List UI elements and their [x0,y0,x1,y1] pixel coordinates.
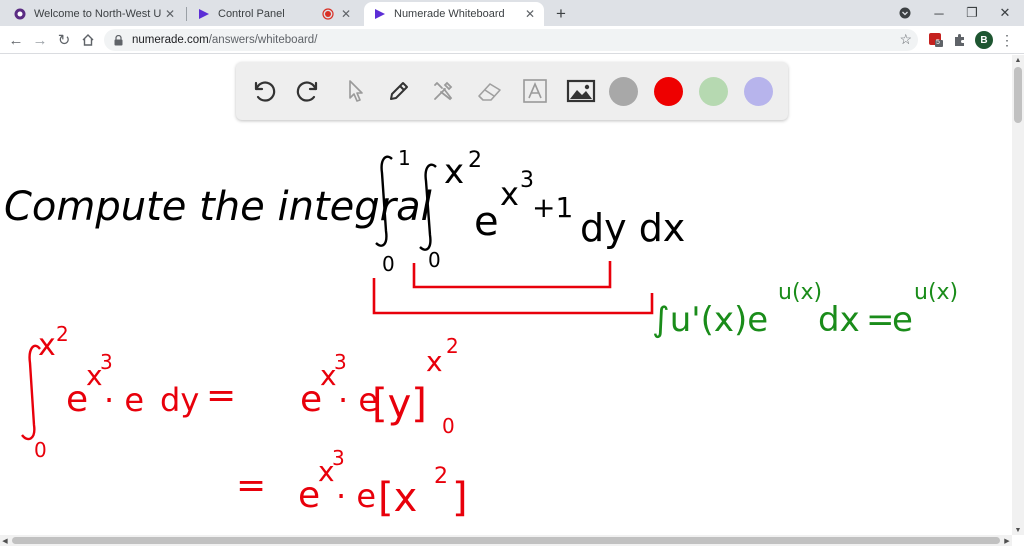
work-dy: dy [160,381,199,419]
work-exp-pow: 3 [100,350,113,374]
tab-control-panel[interactable]: Control Panel ✕ [188,2,360,26]
url-path: /answers/whiteboard/ [208,34,318,46]
url-host: numerade.com [132,34,209,46]
reload-icon[interactable]: ↻ [54,30,74,50]
work2-equals: = [236,465,266,506]
work-lower-limit: 0 [34,438,47,462]
home-icon[interactable] [78,30,98,50]
new-tab-button[interactable]: + [552,4,570,23]
hint-dx: dx [818,300,860,340]
whiteboard-canvas[interactable]: Compute the integral 1 0 x 2 0 e x 3 +1 … [0,55,1012,535]
kebab-menu-icon[interactable]: ⋮ [998,31,1016,49]
bookmark-star-icon[interactable]: ☆ [899,31,912,48]
work-bracket-upper: x [426,345,443,378]
hint-lhs-exponent: u(x) [778,280,822,305]
work2-bracket-exp: 2 [434,464,448,489]
hint-rhs-exponent: u(x) [914,280,958,305]
outer-upper-limit: 1 [398,146,411,170]
work-bracket-upper-exp: 2 [446,334,459,358]
horizontal-scroll-thumb[interactable] [12,537,1000,544]
scroll-left-icon[interactable]: ◀ [0,535,10,546]
substitution-hint: ∫u'(x)e u(x) dx = e u(x) [652,280,958,340]
vertical-scrollbar[interactable]: ▲ ▼ [1012,55,1024,535]
work2-bracket: [x [378,475,417,521]
minimize-icon[interactable]: ─ [922,0,956,26]
puzzle-extensions-icon[interactable] [951,31,969,49]
integrand-exponent-power: 3 [520,168,534,193]
avatar[interactable]: B [975,31,993,49]
work-upper-limit: x [38,328,56,363]
work2-exp-pow: 3 [332,446,345,470]
work-equals: = [206,375,236,416]
tab-title: Control Panel [218,8,285,20]
integrand-base: e [474,199,499,245]
work-rhs-exp-pow: 3 [334,350,347,374]
tab-title: Numerade Whiteboard [394,8,505,20]
work-line-2: = e x 3 · e [x 2 ] [236,446,468,521]
work-upper-exponent: 2 [56,322,69,346]
scroll-right-icon[interactable]: ▶ [1002,535,1012,546]
work2-e: e [298,475,320,516]
numerade-favicon-icon [198,8,210,20]
work-rhs-e: e [300,379,322,420]
horizontal-scrollbar[interactable]: ◀ ▶ [0,535,1012,546]
inner-lower-limit: 0 [428,248,441,272]
hint-equals: = [866,300,895,340]
address-bar[interactable]: numerade.com/answers/whiteboard/ ☆ [104,29,918,51]
hint-lhs: ∫u'(x)e [652,300,768,340]
close-icon[interactable]: ✕ [522,6,538,22]
url-text: numerade.com/answers/whiteboard/ [132,34,317,46]
close-icon[interactable]: ✕ [338,6,354,22]
tab-divider [186,7,187,21]
work-dot-e: · e [104,381,144,419]
recording-icon [322,8,334,20]
inner-upper-exponent: 2 [468,148,482,173]
close-icon[interactable]: ✕ [162,6,178,22]
inner-underbrace [412,261,612,289]
scroll-down-icon[interactable]: ▼ [1012,525,1024,535]
tab-search-icon[interactable] [888,0,922,26]
browser-toolbar: ← → ↻ numerade.com/answers/whiteboard/ ☆… [0,26,1024,54]
work-e: e [66,379,88,420]
back-arrow-icon[interactable]: ← [6,30,26,50]
tab-numerade-whiteboard[interactable]: Numerade Whiteboard ✕ [364,2,544,26]
restore-icon[interactable]: ❐ [955,0,989,26]
inner-upper-limit: x [444,152,464,192]
whiteboard-page: Compute the integral 1 0 x 2 0 e x 3 +1 … [0,55,1012,535]
extension-badge: 5 [936,39,940,46]
work-bracket: [y] [372,381,427,427]
window-close-icon[interactable]: ✕ [988,0,1022,26]
tab-strip: Welcome to North-West Univers ✕ Control … [0,0,1024,26]
tab-north-west[interactable]: Welcome to North-West Univers ✕ [4,2,184,26]
university-favicon-icon [14,8,26,20]
work2-close: ] [452,475,468,521]
differentials: dy dx [580,206,685,250]
problem-statement: Compute the integral 1 0 x 2 0 e x 3 +1 … [4,146,685,276]
problem-prompt: Compute the integral [4,184,432,230]
work2-dot-e: · e [336,477,376,515]
numerade-favicon-icon [374,8,386,20]
hint-rhs-base: e [892,300,913,340]
outer-lower-limit: 0 [382,252,395,276]
integrand-exponent-variable: x [500,175,519,213]
scroll-up-icon[interactable]: ▲ [1012,55,1024,65]
work-bracket-lower: 0 [442,414,455,438]
extension-icon[interactable]: 5 [927,31,945,49]
integrand-exponent-tail: +1 [532,191,573,224]
vertical-scroll-thumb[interactable] [1014,67,1022,123]
forward-arrow-icon[interactable]: → [30,30,50,50]
work-line-1: x 2 0 e x 3 · e dy = e x 3 · e [y] x 2 0 [21,322,459,462]
lock-icon [114,34,124,46]
tab-title: Welcome to North-West Univers [34,8,162,20]
